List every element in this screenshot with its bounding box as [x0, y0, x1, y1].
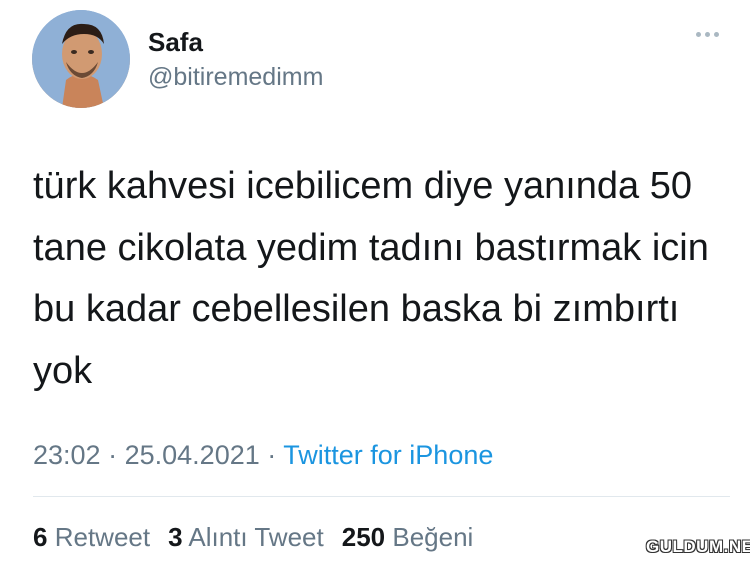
tweet-text: türk kahvesi icebilicem diye yanında 50 … [33, 165, 709, 392]
tweet-source-link[interactable]: Twitter for iPhone [283, 440, 493, 470]
dot [696, 31, 701, 37]
quotes-stat[interactable]: 3 Alıntı Tweet [168, 522, 324, 552]
quotes-count: 3 [168, 522, 183, 552]
tweet-date[interactable]: 25.04.2021 [125, 440, 260, 470]
dot [705, 31, 710, 37]
likes-stat[interactable]: 250 Beğeni [342, 522, 474, 552]
tweet-meta: 23:02 · 25.04.2021 · Twitter for iPhone [33, 440, 493, 471]
tweet-time[interactable]: 23:02 [33, 440, 101, 470]
divider [33, 496, 730, 497]
avatar-photo-icon [32, 10, 130, 108]
likes-label: Beğeni [392, 522, 474, 552]
user-handle[interactable]: @bitiremedimm [148, 63, 323, 92]
retweets-label: Retweet [54, 522, 151, 552]
likes-count: 250 [341, 522, 386, 552]
more-options-icon[interactable] [696, 28, 728, 40]
retweets-stat[interactable]: 6 Retweet [33, 522, 150, 552]
avatar[interactable] [32, 10, 130, 108]
tweet-stats: 6 Retweet 3 Alıntı Tweet 250 Beğeni [33, 522, 473, 553]
dot [714, 31, 719, 37]
watermark: GULDUM.NET [646, 537, 750, 556]
meta-separator: · [108, 440, 118, 470]
meta-separator: · [267, 440, 277, 470]
display-name[interactable]: Safa [148, 27, 203, 58]
retweets-count: 6 [33, 522, 48, 552]
quotes-label: Alıntı Tweet [188, 522, 324, 552]
tweet-card: Safa @bitiremedimm türk kahvesi icebilic… [0, 0, 750, 561]
